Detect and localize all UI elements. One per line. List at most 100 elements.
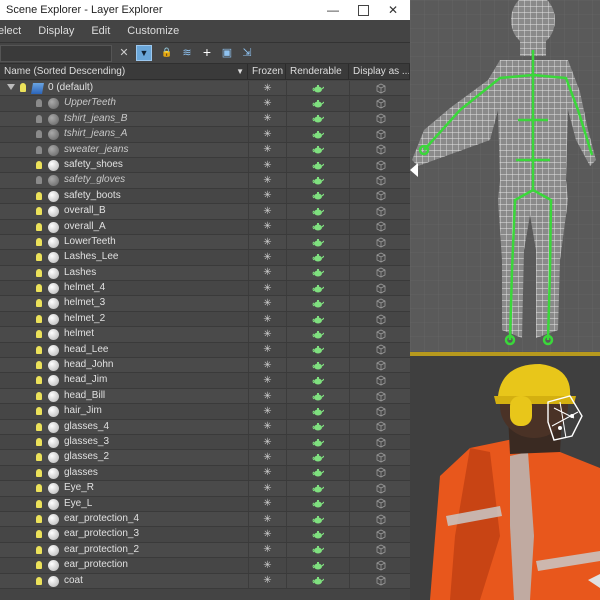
lightbulb-icon[interactable] (36, 99, 42, 108)
box-display-icon[interactable] (375, 498, 386, 509)
teapot-icon[interactable] (312, 561, 324, 570)
snowflake-icon[interactable]: ✳ (263, 83, 271, 94)
box-display-icon[interactable] (375, 421, 386, 432)
teapot-icon[interactable] (312, 515, 324, 524)
perspective-viewport[interactable] (410, 356, 600, 600)
snowflake-icon[interactable]: ✳ (263, 314, 271, 325)
teapot-icon[interactable] (312, 268, 324, 277)
snowflake-icon[interactable]: ✳ (263, 391, 271, 402)
snowflake-icon[interactable]: ✳ (263, 544, 271, 555)
column-frozen[interactable]: Frozen (248, 64, 286, 79)
snowflake-icon[interactable]: ✳ (263, 437, 271, 448)
object-row[interactable]: glasses_2 ✳ (0, 450, 410, 466)
box-display-icon[interactable] (375, 190, 386, 201)
object-row[interactable]: coat ✳ (0, 573, 410, 589)
snowflake-icon[interactable]: ✳ (263, 267, 271, 278)
menu-display[interactable]: Display (38, 25, 74, 37)
lightbulb-icon[interactable] (36, 545, 42, 554)
teapot-icon[interactable] (312, 99, 324, 108)
lightbulb-icon[interactable] (36, 561, 42, 570)
box-display-icon[interactable] (375, 437, 386, 448)
object-row[interactable]: safety_shoes ✳ (0, 157, 410, 174)
object-row[interactable]: head_Lee ✳ (0, 342, 410, 359)
snowflake-icon[interactable]: ✳ (263, 175, 271, 186)
snowflake-icon[interactable]: ✳ (263, 498, 271, 509)
snowflake-icon[interactable]: ✳ (263, 283, 271, 294)
box-display-icon[interactable] (375, 375, 386, 386)
maximize-button[interactable] (348, 0, 378, 20)
snowflake-icon[interactable]: ✳ (263, 483, 271, 494)
box-display-icon[interactable] (375, 160, 386, 171)
object-row[interactable]: overall_B ✳ (0, 204, 410, 220)
object-row[interactable]: Lashes ✳ (0, 265, 410, 282)
snowflake-icon[interactable]: ✳ (263, 252, 271, 263)
lightbulb-icon[interactable] (36, 484, 42, 493)
snowflake-icon[interactable]: ✳ (263, 452, 271, 463)
teapot-icon[interactable] (312, 545, 324, 554)
snowflake-icon[interactable]: ✳ (263, 344, 271, 355)
column-renderable[interactable]: Renderable (286, 64, 349, 79)
teapot-icon[interactable] (312, 407, 324, 416)
lightbulb-icon[interactable] (36, 468, 42, 477)
lightbulb-icon[interactable] (36, 299, 42, 308)
lightbulb-icon[interactable] (36, 453, 42, 462)
object-row[interactable]: ear_protection ✳ (0, 558, 410, 574)
box-display-icon[interactable] (375, 221, 386, 232)
lightbulb-icon[interactable] (36, 237, 42, 246)
lightbulb-icon[interactable] (36, 176, 42, 185)
lightbulb-icon[interactable] (36, 253, 42, 262)
snowflake-icon[interactable]: ✳ (263, 360, 271, 371)
teapot-icon[interactable] (312, 361, 324, 370)
lightbulb-icon[interactable] (36, 145, 42, 154)
object-row[interactable]: glasses_3 ✳ (0, 434, 410, 451)
object-row[interactable]: safety_gloves ✳ (0, 173, 410, 189)
lightbulb-icon[interactable] (36, 207, 42, 216)
box-display-icon[interactable] (375, 452, 386, 463)
box-display-icon[interactable] (375, 237, 386, 248)
object-row[interactable]: helmet ✳ (0, 327, 410, 343)
snowflake-icon[interactable]: ✳ (263, 467, 271, 478)
box-display-icon[interactable] (375, 406, 386, 417)
box-display-icon[interactable] (375, 544, 386, 555)
lightbulb-icon[interactable] (36, 514, 42, 523)
box-display-icon[interactable] (375, 83, 386, 94)
box-display-icon[interactable] (375, 514, 386, 525)
teapot-icon[interactable] (312, 284, 324, 293)
lightbulb-icon[interactable] (36, 284, 42, 293)
box-display-icon[interactable] (375, 98, 386, 109)
snowflake-icon[interactable]: ✳ (263, 144, 271, 155)
box-display-icon[interactable] (375, 175, 386, 186)
filter-icon[interactable]: ▼ (136, 45, 152, 61)
minimize-button[interactable]: — (318, 0, 348, 20)
lightbulb-icon[interactable] (36, 376, 42, 385)
teapot-icon[interactable] (312, 376, 324, 385)
box-display-icon[interactable] (375, 329, 386, 340)
layers-icon[interactable]: ≋ (180, 45, 194, 59)
box-display-icon[interactable] (375, 560, 386, 571)
object-row[interactable]: helmet_2 ✳ (0, 311, 410, 328)
object-row[interactable]: glasses ✳ (0, 465, 410, 482)
box-display-icon[interactable] (375, 267, 386, 278)
teapot-icon[interactable] (312, 330, 324, 339)
menu-select[interactable]: elect (0, 25, 21, 37)
snowflake-icon[interactable]: ✳ (263, 298, 271, 309)
box-display-icon[interactable] (375, 467, 386, 478)
object-row[interactable]: ear_protection_2 ✳ (0, 542, 410, 559)
snowflake-icon[interactable]: ✳ (263, 421, 271, 432)
lightbulb-icon[interactable] (36, 268, 42, 277)
teapot-icon[interactable] (312, 238, 324, 247)
lightbulb-icon[interactable] (36, 391, 42, 400)
object-row[interactable]: helmet_3 ✳ (0, 296, 410, 312)
snowflake-icon[interactable]: ✳ (263, 206, 271, 217)
snowflake-icon[interactable]: ✳ (263, 514, 271, 525)
teapot-icon[interactable] (312, 438, 324, 447)
snowflake-icon[interactable]: ✳ (263, 529, 271, 540)
lightbulb-icon[interactable] (36, 314, 42, 323)
object-row[interactable]: hair_Jim ✳ (0, 404, 410, 420)
object-row[interactable]: helmet_4 ✳ (0, 281, 410, 297)
snowflake-icon[interactable]: ✳ (263, 160, 271, 171)
box-display-icon[interactable] (375, 113, 386, 124)
select-layer-icon[interactable]: ▣ (220, 45, 234, 59)
teapot-icon[interactable] (312, 191, 324, 200)
lightbulb-icon[interactable] (36, 160, 42, 169)
